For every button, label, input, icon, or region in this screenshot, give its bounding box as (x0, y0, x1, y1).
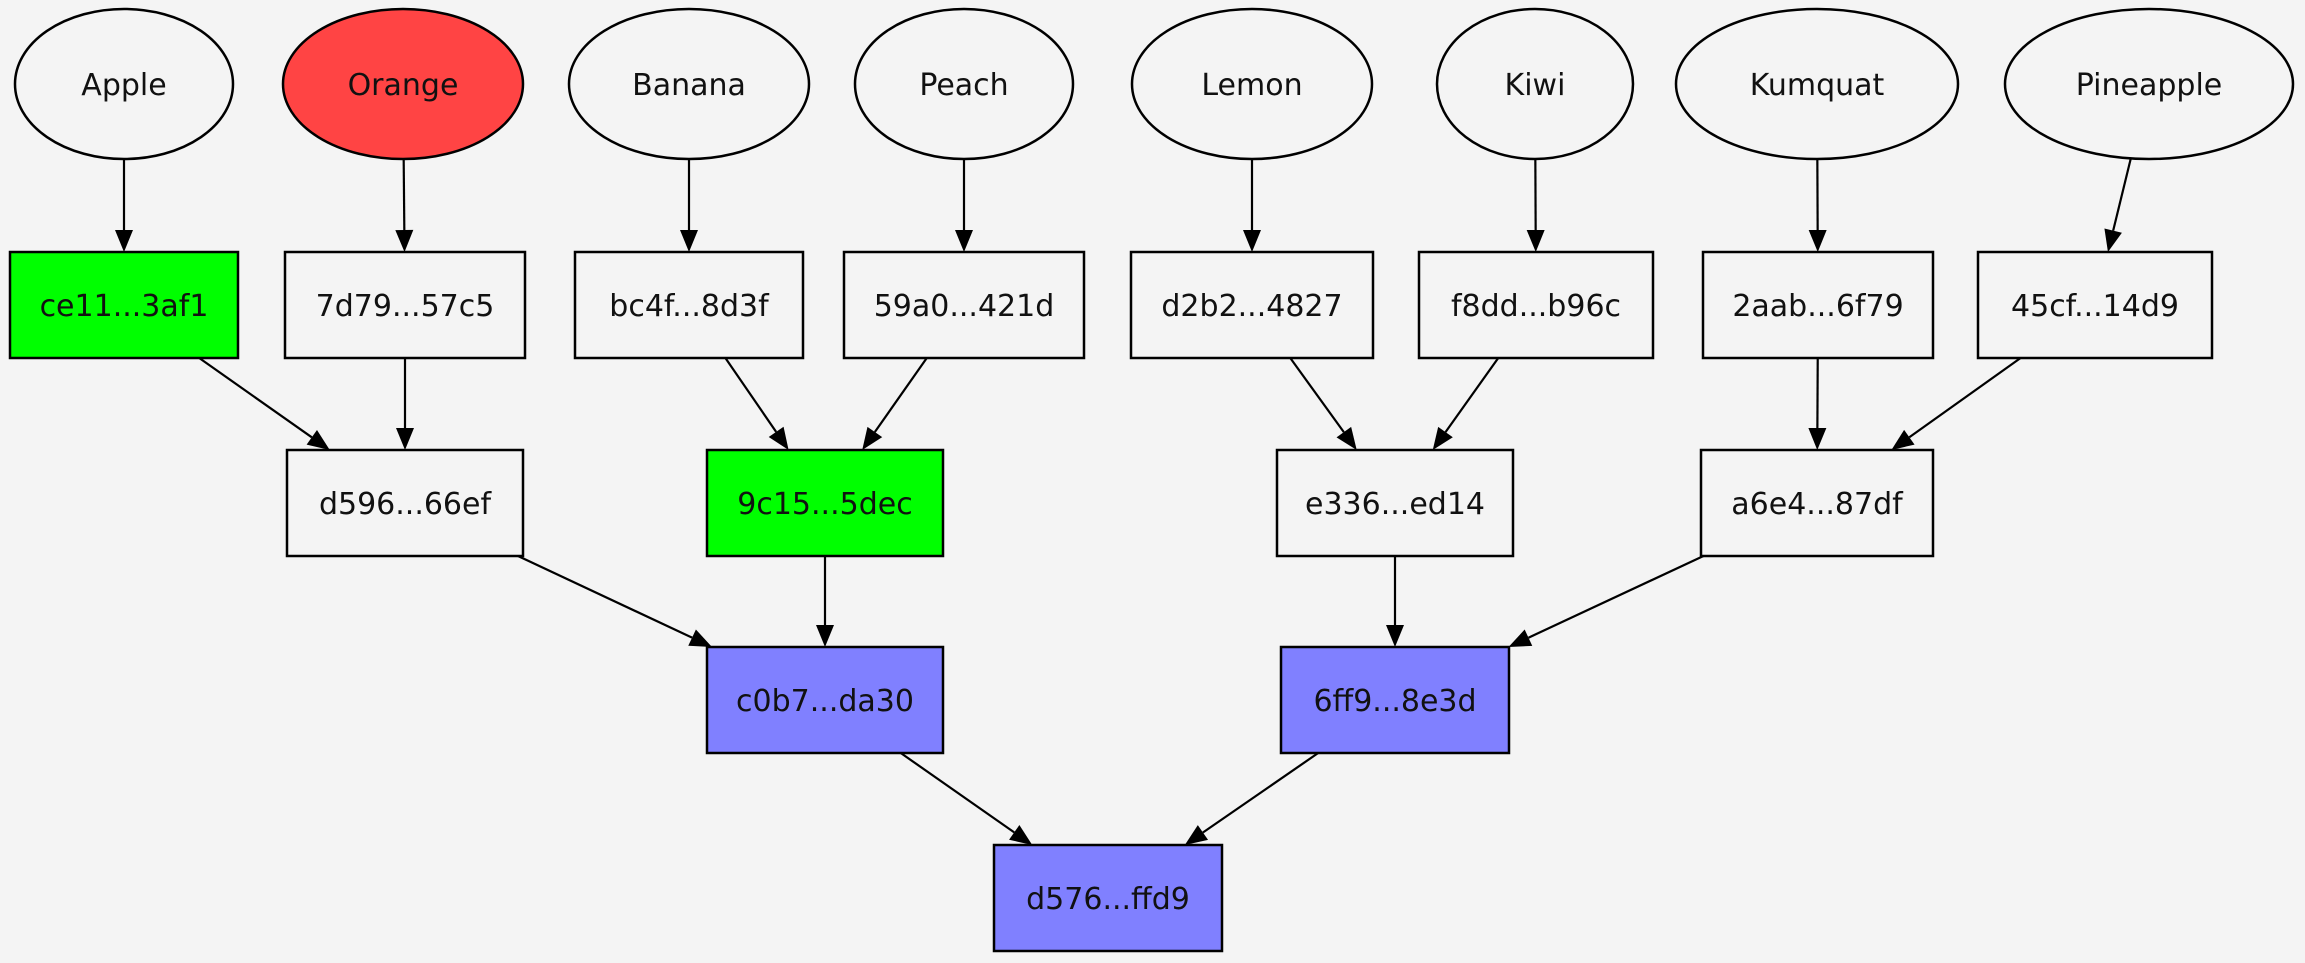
node-label: d576...ffd9 (1026, 882, 1190, 917)
node-label: Orange (348, 68, 459, 103)
node-label: c0b7...da30 (736, 684, 914, 719)
leaf-data-node-kumquat: Kumquat (1674, 7, 1960, 161)
node-label: 7d79...57c5 (316, 289, 495, 324)
hash-node-root: d576...ffd9 (992, 843, 1224, 953)
node-label: d2b2...4827 (1161, 289, 1342, 324)
hash-node-h-lk: e336...ed14 (1275, 448, 1515, 558)
hash-node-h-kp: a6e4...87df (1699, 448, 1935, 558)
node-label: ce11...3af1 (40, 289, 209, 324)
leaf-data-node-kiwi: Kiwi (1435, 7, 1635, 161)
node-label: a6e4...87df (1731, 487, 1904, 522)
leaf-data-node-apple: Apple (13, 7, 235, 161)
leaf-data-node-banana: Banana (567, 7, 811, 161)
node-label: 6ff9...8e3d (1313, 684, 1476, 719)
node-label: 9c15...5dec (737, 487, 912, 522)
hash-node-h-apple: ce11...3af1 (8, 250, 240, 360)
hash-node-h-banana: bc4f...8d3f (573, 250, 805, 360)
leaf-data-node-pineapple: Pineapple (2003, 7, 2295, 161)
node-label: Banana (632, 68, 746, 103)
hash-node-h-bp: 9c15...5dec (705, 448, 945, 558)
node-label: 45cf...14d9 (2011, 289, 2179, 324)
node-label: 2aab...6f79 (1732, 289, 1903, 324)
leaf-data-node-lemon: Lemon (1130, 7, 1374, 161)
hash-node-h-peach: 59a0...421d (842, 250, 1086, 360)
hash-node-h-pineapple: 45cf...14d9 (1976, 250, 2214, 360)
hash-node-h-kiwi: f8dd...b96c (1417, 250, 1655, 360)
node-label: d596...66ef (319, 487, 493, 522)
node-label: e336...ed14 (1305, 487, 1485, 522)
hash-node-h-kumquat: 2aab...6f79 (1701, 250, 1935, 360)
node-label: Kiwi (1505, 68, 1566, 103)
edge-line (402, 158, 406, 231)
node-label: Peach (919, 68, 1008, 103)
node-label: f8dd...b96c (1451, 289, 1621, 324)
node-label: bc4f...8d3f (609, 289, 770, 324)
merkle-tree-diagram: Apple Orange Banana Peach Lemon Kiwi Kumquat Pi… (0, 0, 2305, 963)
node-label: 59a0...421d (874, 289, 1055, 324)
node-label: Apple (81, 68, 166, 103)
leaf-data-node-orange: Orange (281, 7, 525, 161)
node-label: Lemon (1201, 68, 1302, 103)
leaf-data-node-peach: Peach (853, 7, 1075, 161)
hash-node-h-lemon: d2b2...4827 (1129, 250, 1375, 360)
hash-node-h-right: 6ff9...8e3d (1279, 645, 1511, 755)
hash-node-h-left: c0b7...da30 (705, 645, 945, 755)
hash-node-h-ao: d596...66ef (285, 448, 525, 558)
hash-node-h-orange: 7d79...57c5 (283, 250, 527, 360)
node-label: Pineapple (2076, 68, 2223, 103)
node-label: Kumquat (1750, 68, 1885, 103)
